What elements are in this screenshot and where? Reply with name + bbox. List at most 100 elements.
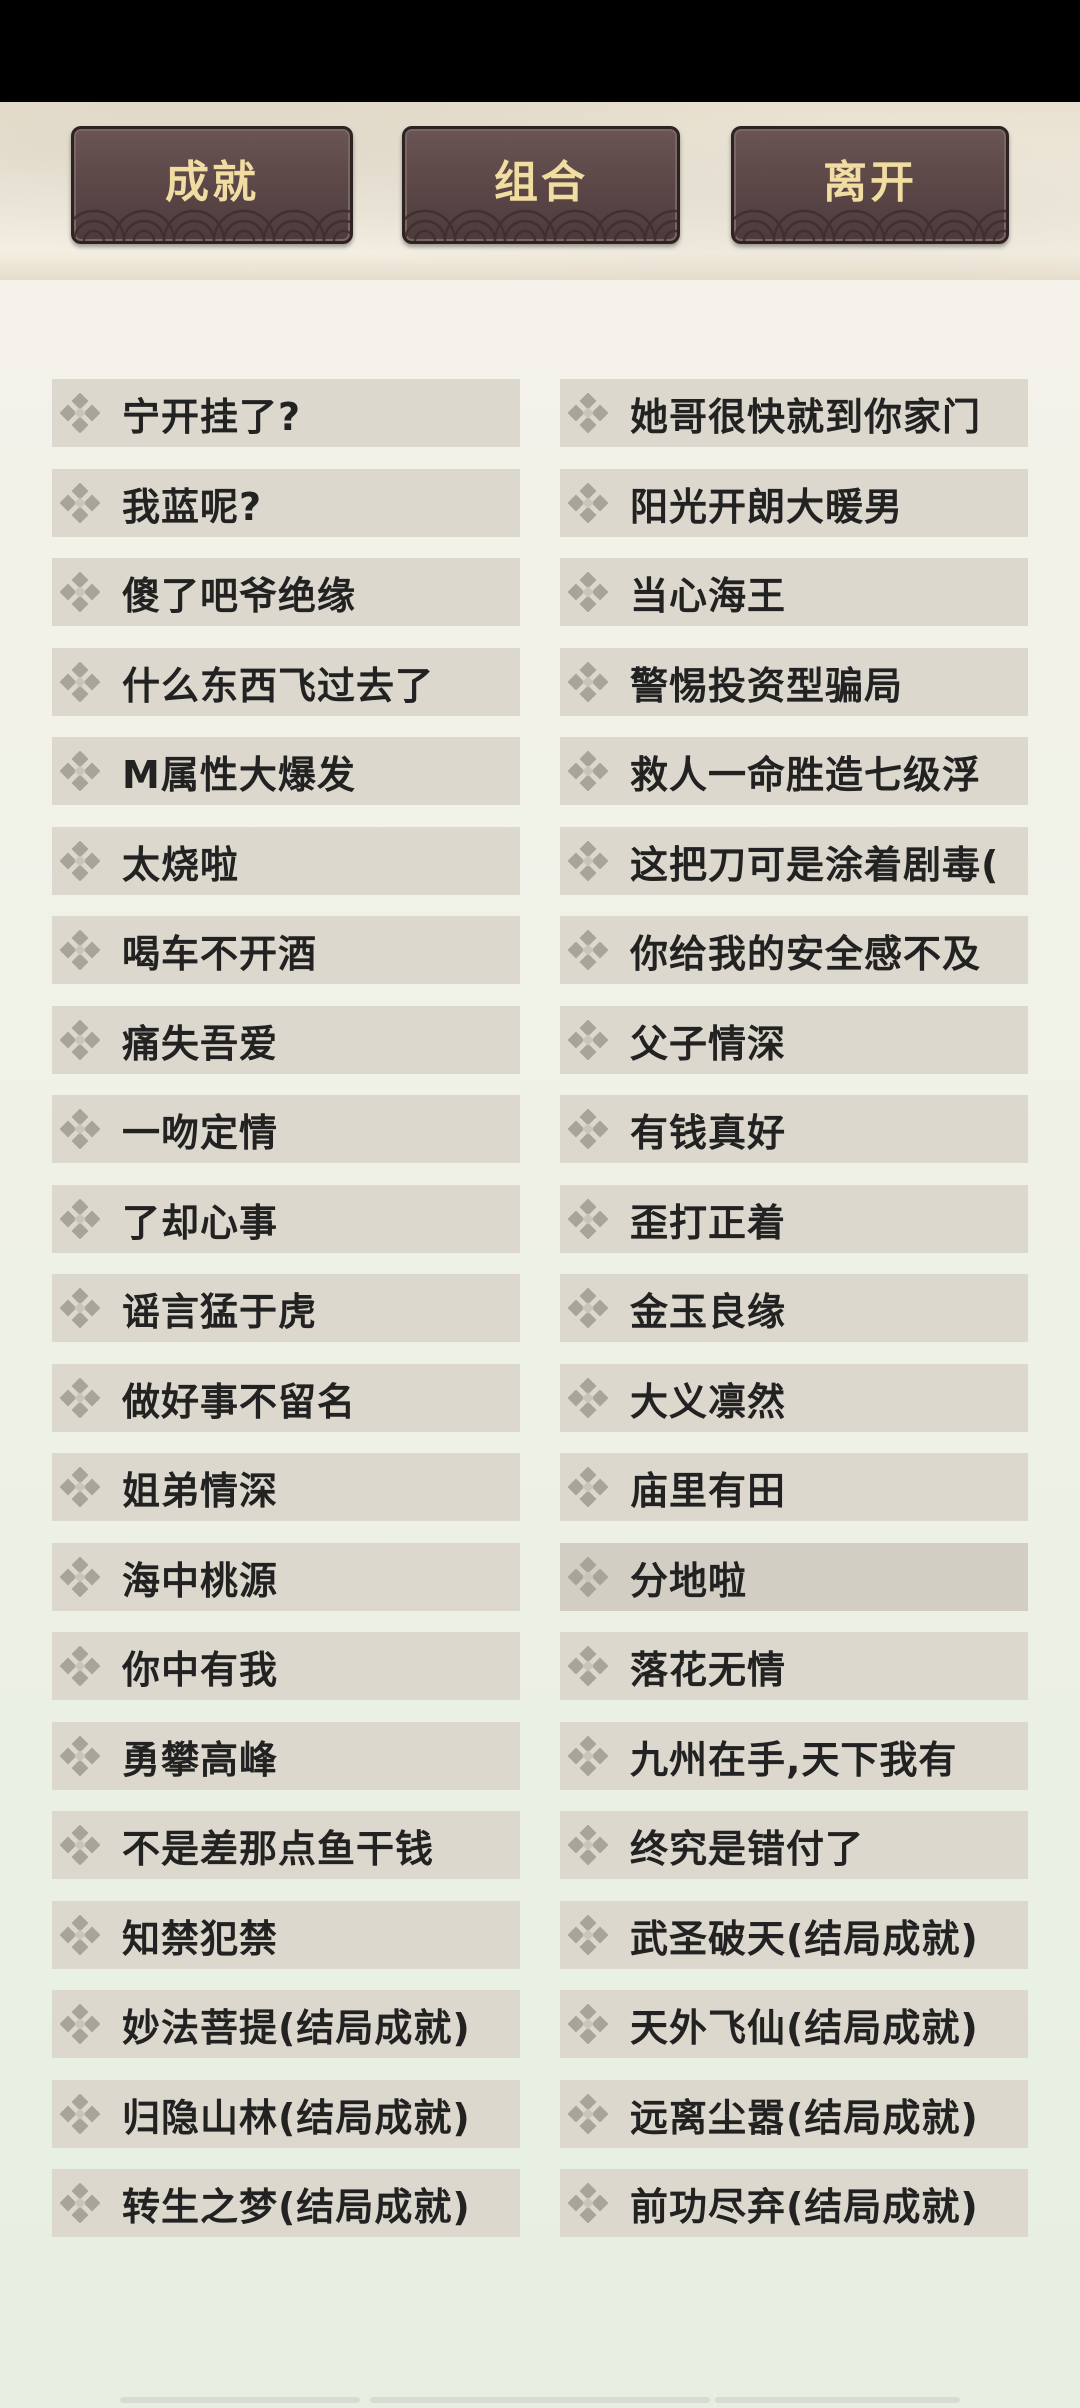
achievement-label: 远离尘嚣(结局成就) [630, 2095, 979, 2140]
achievement-left-16[interactable]: 勇攀高峰 [52, 1722, 520, 1790]
leave-button[interactable]: 离开 [731, 126, 1009, 244]
achievement-label: 太烧啦 [122, 842, 240, 887]
achievement-label: 做好事不留名 [122, 1379, 357, 1424]
diamond-cluster-icon [568, 1646, 608, 1686]
achievement-right-13[interactable]: 庙里有田 [560, 1453, 1028, 1521]
diamond-cluster-icon [568, 483, 608, 523]
achievement-left-6[interactable]: 太烧啦 [52, 827, 520, 895]
achievement-left-20[interactable]: 归隐山林(结局成就) [52, 2080, 520, 2148]
achievement-label: 救人一命胜造七级浮 [630, 752, 982, 797]
achievement-label: 傻了吧爷绝缘 [122, 573, 357, 618]
achievement-right-15[interactable]: 落花无情 [560, 1632, 1028, 1700]
achievement-left-14[interactable]: 海中桃源 [52, 1543, 520, 1611]
achievement-label: 姐弟情深 [122, 1468, 279, 1513]
diamond-cluster-icon [568, 841, 608, 881]
achievement-label: 歪打正着 [630, 1200, 787, 1245]
diamond-cluster-icon [568, 393, 608, 433]
achievement-right-10[interactable]: 歪打正着 [560, 1185, 1028, 1253]
achievement-left-17[interactable]: 不是差那点鱼干钱 [52, 1811, 520, 1879]
achievement-right-8[interactable]: 父子情深 [560, 1006, 1028, 1074]
achievement-right-7[interactable]: 你给我的安全感不及 [560, 916, 1028, 984]
leave-button-label: 离开 [823, 157, 917, 208]
achievement-label: 警惕投资型骗局 [630, 663, 904, 708]
achievement-label: 大义凛然 [630, 1379, 787, 1424]
diamond-cluster-icon [60, 1020, 100, 1060]
achievement-label: 天外飞仙(结局成就) [630, 2005, 979, 2050]
diamond-cluster-icon [568, 1825, 608, 1865]
diamond-cluster-icon [60, 572, 100, 612]
achievement-left-13[interactable]: 姐弟情深 [52, 1453, 520, 1521]
achievement-label: 父子情深 [630, 1021, 787, 1066]
achievement-right-2[interactable]: 阳光开朗大暖男 [560, 469, 1028, 537]
achievement-right-5[interactable]: 救人一命胜造七级浮 [560, 737, 1028, 805]
achievement-left-18[interactable]: 知禁犯禁 [52, 1901, 520, 1969]
diamond-cluster-icon [60, 1825, 100, 1865]
achievement-label: 金玉良缘 [630, 1289, 787, 1334]
achievement-left-8[interactable]: 痛失吾爱 [52, 1006, 520, 1074]
achievement-left-19[interactable]: 妙法菩提(结局成就) [52, 1990, 520, 2058]
achievement-label: 一吻定情 [122, 1110, 279, 1155]
diamond-cluster-icon [568, 662, 608, 702]
achievement-label: 归隐山林(结局成就) [122, 2095, 471, 2140]
diamond-cluster-icon [568, 2183, 608, 2223]
diamond-cluster-icon [60, 841, 100, 881]
achievement-right-1[interactable]: 她哥很快就到你家门 [560, 379, 1028, 447]
achievement-right-16[interactable]: 九州在手,天下我有 [560, 1722, 1028, 1790]
achievement-label: 喝车不开酒 [122, 931, 318, 976]
diamond-cluster-icon [568, 1467, 608, 1507]
achievement-right-18[interactable]: 武圣破天(结局成就) [560, 1901, 1028, 1969]
achievement-right-11[interactable]: 金玉良缘 [560, 1274, 1028, 1342]
diamond-cluster-icon [60, 751, 100, 791]
achievements-button[interactable]: 成就 [71, 126, 353, 244]
achievement-right-17[interactable]: 终究是错付了 [560, 1811, 1028, 1879]
achievement-left-9[interactable]: 一吻定情 [52, 1095, 520, 1163]
achievement-left-2[interactable]: 我蓝呢? [52, 469, 520, 537]
achievement-right-19[interactable]: 天外飞仙(结局成就) [560, 1990, 1028, 2058]
achievement-right-4[interactable]: 警惕投资型骗局 [560, 648, 1028, 716]
achievement-label: 落花无情 [630, 1647, 787, 1692]
achievement-left-12[interactable]: 做好事不留名 [52, 1364, 520, 1432]
diamond-cluster-icon [60, 1646, 100, 1686]
achievement-label: 知禁犯禁 [122, 1916, 279, 1961]
achievement-left-7[interactable]: 喝车不开酒 [52, 916, 520, 984]
achievement-label: 不是差那点鱼干钱 [122, 1826, 435, 1871]
diamond-cluster-icon [568, 1109, 608, 1149]
scroll-indicator [715, 2397, 960, 2403]
achievement-label: 谣言猛于虎 [122, 1289, 318, 1334]
diamond-cluster-icon [60, 1736, 100, 1776]
achievement-right-14[interactable]: 分地啦 [560, 1543, 1028, 1611]
achievement-left-10[interactable]: 了却心事 [52, 1185, 520, 1253]
achievement-right-21[interactable]: 前功尽弃(结局成就) [560, 2169, 1028, 2237]
scroll-indicator [120, 2397, 360, 2403]
achievement-label: 转生之梦(结局成就) [122, 2184, 471, 2229]
achievement-right-3[interactable]: 当心海王 [560, 558, 1028, 626]
achievement-label: 你中有我 [122, 1647, 279, 1692]
achievement-label: 宁开挂了? [122, 394, 302, 439]
diamond-cluster-icon [568, 1199, 608, 1239]
achievement-right-9[interactable]: 有钱真好 [560, 1095, 1028, 1163]
combination-button[interactable]: 组合 [402, 126, 680, 244]
achievement-left-1[interactable]: 宁开挂了? [52, 379, 520, 447]
achievement-left-4[interactable]: 什么东西飞过去了 [52, 648, 520, 716]
diamond-cluster-icon [568, 2094, 608, 2134]
achievement-left-3[interactable]: 傻了吧爷绝缘 [52, 558, 520, 626]
diamond-cluster-icon [60, 1915, 100, 1955]
scroll-indicator [370, 2397, 710, 2403]
achievement-left-15[interactable]: 你中有我 [52, 1632, 520, 1700]
diamond-cluster-icon [60, 1467, 100, 1507]
achievement-right-12[interactable]: 大义凛然 [560, 1364, 1028, 1432]
diamond-cluster-icon [60, 2183, 100, 2223]
diamond-cluster-icon [60, 930, 100, 970]
diamond-cluster-icon [568, 1288, 608, 1328]
achievement-right-6[interactable]: 这把刀可是涂着剧毒( [560, 827, 1028, 895]
achievement-left-11[interactable]: 谣言猛于虎 [52, 1274, 520, 1342]
achievement-label: 海中桃源 [122, 1558, 279, 1603]
achievement-right-20[interactable]: 远离尘嚣(结局成就) [560, 2080, 1028, 2148]
achievement-left-21[interactable]: 转生之梦(结局成就) [52, 2169, 520, 2237]
achievement-label: 你给我的安全感不及 [630, 931, 982, 976]
achievement-left-5[interactable]: M属性大爆发 [52, 737, 520, 805]
diamond-cluster-icon [568, 572, 608, 612]
diamond-cluster-icon [568, 1736, 608, 1776]
achievement-label: 当心海王 [630, 573, 787, 618]
achievement-label: M属性大爆发 [122, 752, 356, 797]
